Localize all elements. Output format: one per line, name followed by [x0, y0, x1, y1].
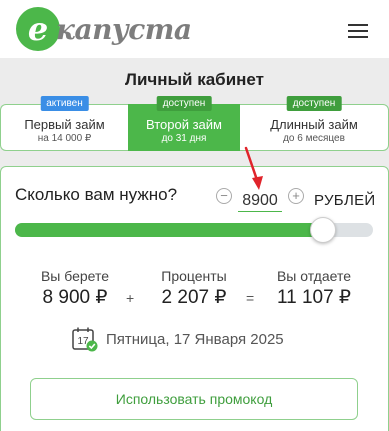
tab-sublabel: до 6 месяцев — [283, 132, 345, 144]
return-label: Вы отдаете — [276, 268, 352, 284]
logo[interactable]: e капуста — [16, 6, 192, 52]
logo-text: капуста — [56, 12, 192, 46]
summary-interest: Проценты 2 207 ₽ — [148, 268, 240, 310]
interest-value: 2 207 ₽ — [161, 287, 227, 308]
amount-input[interactable] — [238, 190, 282, 212]
tab-first-loan[interactable]: активен Первый займ на 14 000 ₽ — [0, 96, 128, 151]
amount-question-label: Сколько вам нужно? — [15, 185, 178, 204]
currency-label: РУБЛЕЙ — [314, 192, 376, 209]
take-value: 8 900 ₽ — [42, 287, 108, 308]
equals-sign: = — [246, 290, 255, 306]
return-date-text: Пятница, 17 Января 2025 — [106, 330, 284, 348]
status-badge: доступен — [286, 96, 342, 111]
page-title: Личный кабинет — [125, 70, 264, 89]
interest-label: Проценты — [161, 268, 227, 284]
page: e капуста Личный кабинет активен Первый … — [0, 0, 389, 431]
tab-sublabel: на 14 000 ₽ — [37, 132, 92, 144]
amount-slider[interactable] — [15, 217, 373, 243]
return-date: 17 Пятница, 17 Января 2025 — [72, 325, 284, 353]
return-value: 11 107 ₽ — [276, 287, 352, 308]
slider-fill — [15, 223, 323, 237]
summary-return: Вы отдаете 11 107 ₽ — [265, 268, 363, 310]
slider-handle[interactable] — [310, 217, 336, 243]
loan-summary: Вы берете 8 900 ₽ + Проценты 2 207 ₽ = В… — [0, 268, 389, 310]
status-badge: доступен — [156, 96, 212, 111]
logo-mark: e — [16, 7, 60, 51]
annotation-arrow-icon — [244, 146, 263, 190]
tab-sublabel: до 31 дня — [161, 132, 207, 144]
increase-amount-button[interactable]: + — [288, 188, 304, 204]
header: e капуста — [0, 0, 389, 58]
plus-sign: + — [126, 290, 135, 306]
tab-long-loan[interactable]: доступен Длинный займ до 6 месяцев — [240, 96, 389, 151]
use-promo-code-button[interactable]: Использовать промокод — [30, 378, 358, 420]
decrease-amount-button[interactable]: − — [216, 188, 232, 204]
hamburger-menu-icon[interactable] — [348, 24, 368, 38]
summary-take: Вы берете 8 900 ₽ — [30, 268, 120, 310]
tab-label: Первый займ — [24, 116, 105, 132]
calendar-check-icon: 17 — [72, 326, 98, 352]
tab-label: Длинный займ — [270, 116, 358, 132]
tab-second-loan[interactable]: доступен Второй займ до 31 дня — [128, 96, 240, 151]
take-label: Вы берете — [40, 268, 110, 284]
status-badge: активен — [40, 96, 89, 111]
loan-type-tabs: активен Первый займ на 14 000 ₽ доступен… — [0, 96, 389, 151]
tab-label: Второй займ — [145, 116, 222, 132]
